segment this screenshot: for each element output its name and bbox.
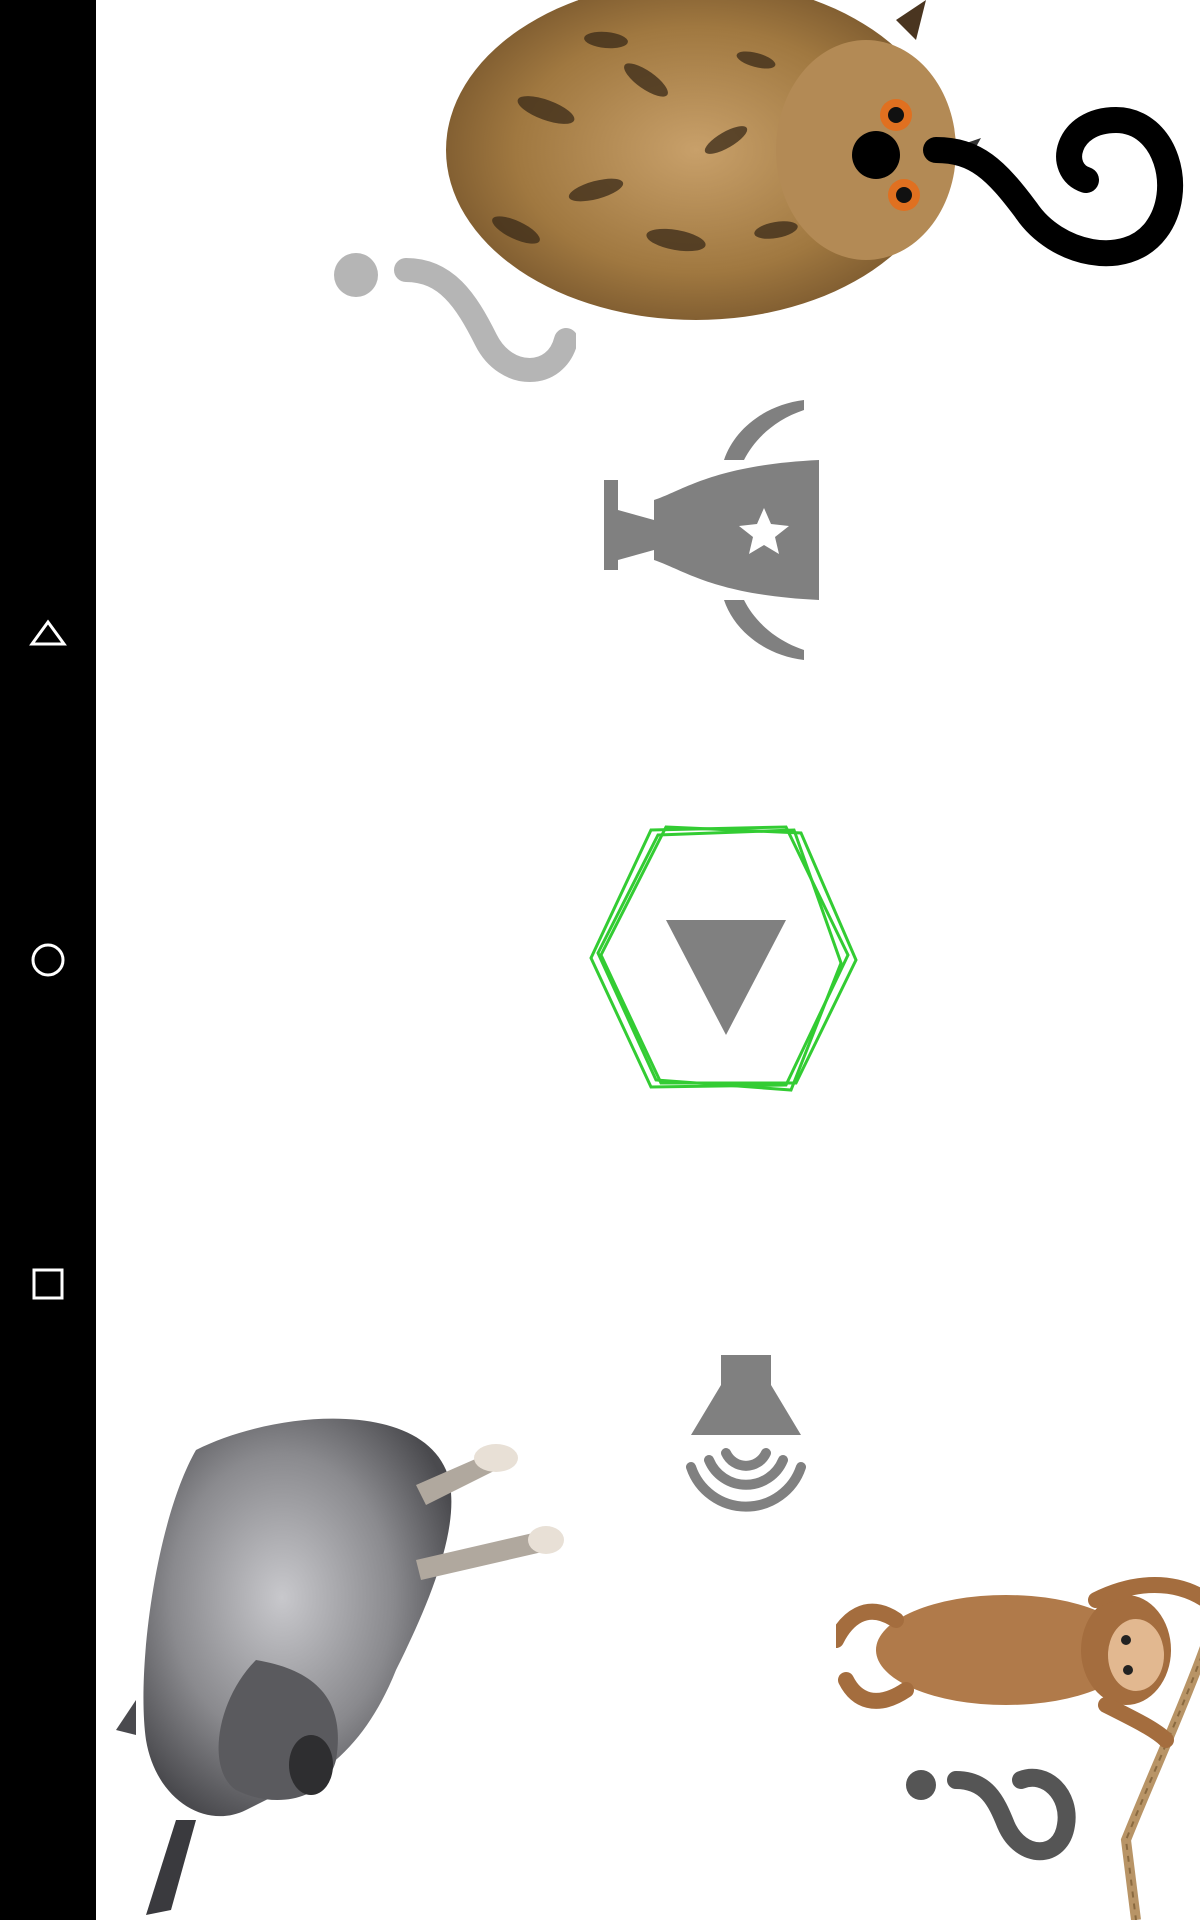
- donkey-image[interactable]: [116, 1380, 576, 1920]
- sound-waves-icon: [686, 1448, 806, 1512]
- nav-home-button[interactable]: [18, 930, 78, 990]
- app-screen: [0, 0, 1200, 1920]
- main-content: [96, 0, 1200, 1920]
- triangle-back-icon: [29, 619, 67, 646]
- square-recents-icon: [32, 1268, 64, 1300]
- question-mark-faded-icon: [334, 253, 576, 382]
- sound-button[interactable]: [671, 1355, 821, 1525]
- nav-back-button[interactable]: [18, 606, 78, 666]
- nav-recents-button[interactable]: [18, 1254, 78, 1314]
- circle-home-icon: [31, 943, 65, 977]
- trophy-icon[interactable]: [604, 400, 834, 660]
- question-mark-small-icon: [906, 1768, 1076, 1861]
- play-button[interactable]: [586, 815, 886, 1105]
- system-navigation-bar: [0, 0, 96, 1920]
- question-mark-icon: [852, 106, 1183, 267]
- play-triangle-icon: [666, 920, 786, 1035]
